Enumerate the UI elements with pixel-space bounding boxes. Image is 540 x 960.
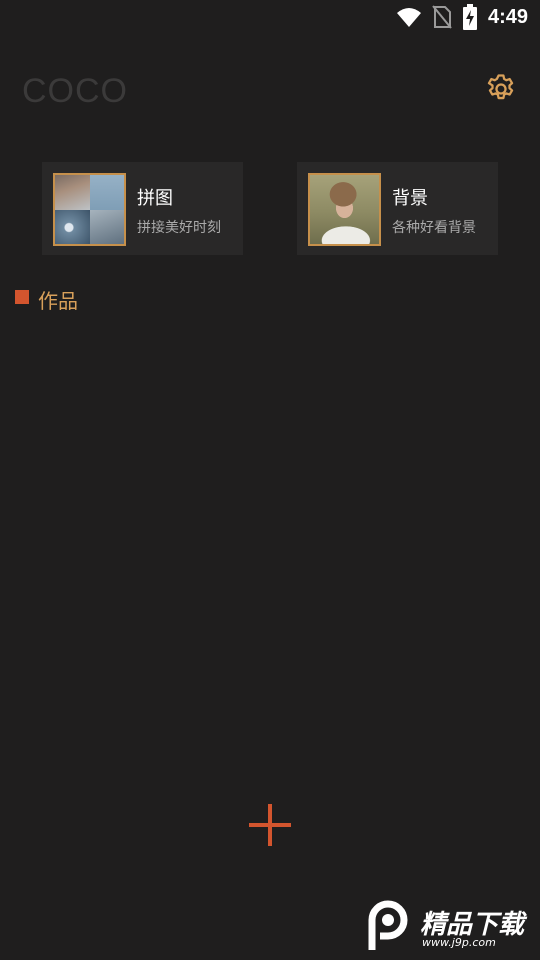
collage-subtitle: 拼接美好时刻 — [137, 220, 221, 236]
app-screen: 4:49 COCO 拼图 拼接美好时刻 背景 各种好看背景 作品 精品下载 ww… — [0, 0, 540, 960]
settings-button[interactable] — [484, 72, 518, 106]
no-sim-icon — [432, 5, 452, 29]
gear-icon — [487, 74, 514, 100]
collage-title: 拼图 — [137, 188, 173, 209]
wifi-icon — [396, 8, 421, 27]
collage-thumbnail — [53, 173, 126, 246]
background-card[interactable]: 背景 各种好看背景 — [297, 162, 498, 255]
collage-card[interactable]: 拼图 拼接美好时刻 — [42, 162, 243, 255]
status-bar: 4:49 — [0, 0, 540, 36]
status-icons: 4:49 — [396, 4, 528, 30]
background-title: 背景 — [392, 188, 428, 209]
works-heading: 作品 — [38, 289, 78, 313]
background-thumbnail — [308, 173, 381, 246]
battery-charging-icon — [462, 4, 477, 30]
works-marker — [15, 290, 29, 304]
watermark-logo-icon — [368, 900, 408, 950]
app-title: COCO — [22, 72, 128, 110]
watermark-url: www.j9p.com — [422, 936, 496, 949]
watermark: 精品下载 www.j9p.com — [362, 898, 532, 954]
background-subtitle: 各种好看背景 — [392, 220, 476, 236]
status-time: 4:49 — [487, 5, 528, 28]
add-work-button[interactable] — [249, 804, 291, 846]
